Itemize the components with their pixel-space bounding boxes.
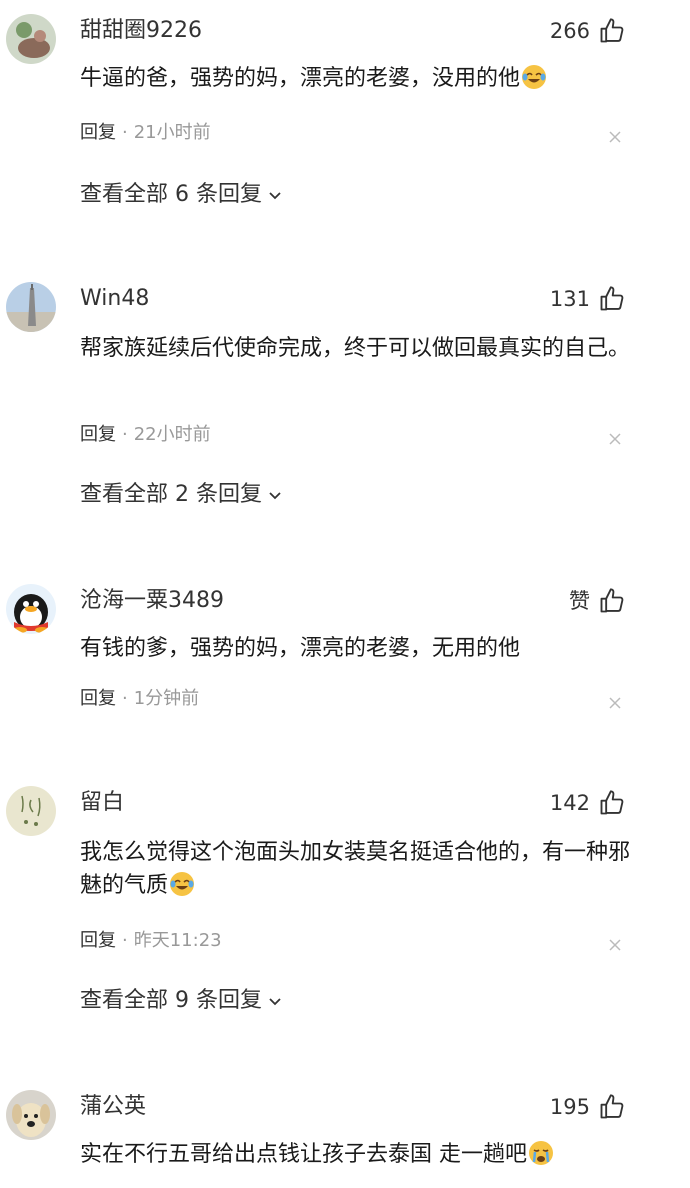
like-label: 赞 [569,589,590,613]
like-count: 142 [549,791,590,815]
close-icon[interactable] [606,694,624,712]
timestamp: 1分钟前 [133,688,200,709]
comment-item: 甜甜圈9226 266 牛逼的爸，强势的妈，漂亮的老婆，没用的他 回复 · 21小时… [0,14,690,244]
username[interactable]: 留白 [80,788,124,818]
avatar[interactable] [6,282,56,332]
comment-item: 留白 142 我怎么觉得这个泡面头加女装莫名挺适合他的，有一种邪魅的气质 回复 ·… [0,786,690,1026]
comment-item: 蒲公英 195 实在不行五哥给出点钱让孩子去泰国 走一趟吧 [0,1090,690,1188]
avatar[interactable] [6,1090,56,1140]
comment-list: 甜甜圈9226 266 牛逼的爸，强势的妈，漂亮的老婆，没用的他 回复 · 21小时… [0,0,690,1188]
avatar[interactable] [6,14,56,64]
reply-button[interactable]: 回复 [80,424,116,445]
reply-button[interactable]: 回复 [80,122,116,143]
comment-item: Win48 131 帮家族延续后代使命完成，终于可以做回最真实的自己。 回复 · 2… [0,282,690,522]
comment-meta: 回复 · 21小时前 [80,120,211,146]
thumbs-up-icon[interactable] [598,285,626,313]
username[interactable]: Win48 [80,284,149,314]
chevron-down-icon [269,998,281,1006]
comment-text: 实在不行五哥给出点钱让孩子去泰国 走一趟吧 [80,1138,640,1171]
comment-text: 有钱的爹，强势的妈，漂亮的老婆，无用的他 [80,636,521,661]
laugh-cry-emoji-icon [170,872,195,896]
meta-separator: · [122,688,128,709]
thumbs-up-icon[interactable] [598,1093,626,1121]
thumbs-up-icon[interactable] [598,789,626,817]
view-replies-label: 查看全部 9 条回复 [80,988,262,1013]
avatar[interactable] [6,786,56,836]
comment-text: 帮家族延续后代使命完成，终于可以做回最真实的自己。 [80,336,631,361]
timestamp: 昨天11:23 [133,930,222,951]
close-icon[interactable] [606,430,624,448]
meta-separator: · [122,122,128,143]
like-count: 266 [549,19,590,43]
meta-separator: · [122,424,128,445]
like-count: 195 [549,1095,590,1119]
comment-text: 我怎么觉得这个泡面头加女装莫名挺适合他的，有一种邪魅的气质 [80,836,640,902]
thumbs-up-icon[interactable] [598,587,626,615]
avatar[interactable] [6,584,56,634]
reply-button[interactable]: 回复 [80,688,116,709]
meta-separator: · [122,930,128,951]
view-replies-button[interactable]: 查看全部 2 条回复 [80,480,284,510]
comment-item: 沧海一粟3489 赞 有钱的爹，强势的妈，漂亮的老婆，无用的他 回复 · 1分钟前 [0,584,690,724]
close-icon[interactable] [606,128,624,146]
close-icon[interactable] [606,936,624,954]
chevron-down-icon [269,492,281,500]
view-replies-label: 查看全部 2 条回复 [80,482,262,507]
reply-button[interactable]: 回复 [80,930,116,951]
crying-emoji-icon [529,1141,553,1165]
comment-meta: 回复 · 昨天11:23 [80,928,222,954]
comment-text-content: 我怎么觉得这个泡面头加女装莫名挺适合他的，有一种邪魅的气质 [80,840,631,898]
view-replies-button[interactable]: 查看全部 6 条回复 [80,180,284,210]
username[interactable]: 沧海一粟3489 [80,586,224,616]
chevron-down-icon [269,192,281,200]
laugh-cry-emoji-icon [522,65,547,89]
username[interactable]: 蒲公英 [80,1092,146,1122]
view-replies-button[interactable]: 查看全部 9 条回复 [80,986,284,1016]
timestamp: 22小时前 [133,424,211,445]
timestamp: 21小时前 [133,122,211,143]
comment-meta: 回复 · 1分钟前 [80,686,199,712]
like-count: 131 [549,287,590,311]
username[interactable]: 甜甜圈9226 [80,16,202,46]
comment-text: 牛逼的爸，强势的妈，漂亮的老婆，没用的他 [80,62,640,95]
thumbs-up-icon[interactable] [598,17,626,45]
comment-meta: 回复 · 22小时前 [80,422,211,448]
comment-text-content: 实在不行五哥给出点钱让孩子去泰国 走一趟吧 [80,1142,527,1167]
comment-text-content: 牛逼的爸，强势的妈，漂亮的老婆，没用的他 [80,66,521,91]
view-replies-label: 查看全部 6 条回复 [80,182,262,207]
